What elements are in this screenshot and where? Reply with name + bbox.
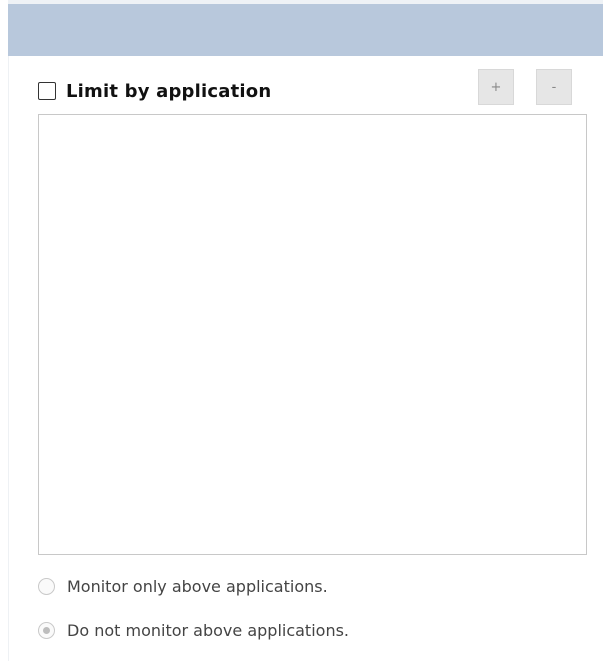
limit-by-application-panel: Limit by application + - Monitor only ab… xyxy=(0,0,603,661)
radio-monitor-only-above-label: Monitor only above applications. xyxy=(67,576,328,596)
limit-by-application-checkbox[interactable] xyxy=(38,82,56,100)
header-bar xyxy=(8,0,603,56)
radio-button-unselected[interactable] xyxy=(38,577,55,595)
radio-button-selected[interactable] xyxy=(38,621,55,639)
application-list[interactable] xyxy=(38,114,587,555)
add-application-button[interactable]: + xyxy=(478,69,514,105)
radio-do-not-monitor-above[interactable]: Do not monitor above applications. xyxy=(38,618,349,642)
radio-monitor-only-above[interactable]: Monitor only above applications. xyxy=(38,574,328,598)
radio-do-not-monitor-above-label: Do not monitor above applications. xyxy=(67,620,349,640)
limit-by-application-label: Limit by application xyxy=(66,80,272,102)
remove-application-button[interactable]: - xyxy=(536,69,572,105)
limit-by-application-toggle[interactable]: Limit by application xyxy=(38,80,271,102)
